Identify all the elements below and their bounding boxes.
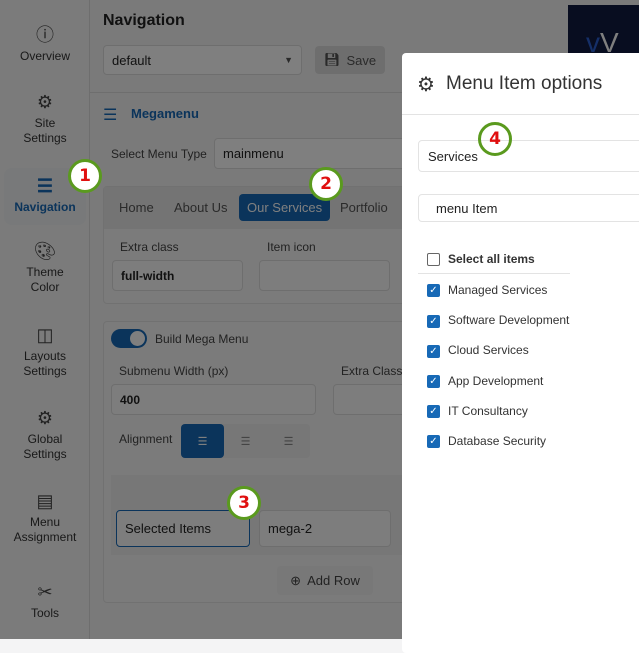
divider xyxy=(402,114,639,115)
item-checkbox[interactable]: ✓ xyxy=(427,284,440,297)
menu-item-type-select[interactable]: menu Item xyxy=(418,194,639,222)
modal-title: Menu Item options xyxy=(446,73,603,94)
item-label: Managed Services xyxy=(448,283,548,297)
item-label: IT Consultancy xyxy=(448,404,528,418)
menu-item-title-input[interactable]: Services xyxy=(418,140,639,172)
callout-4: 4 xyxy=(478,122,512,156)
item-label: Cloud Services xyxy=(448,343,529,357)
callout-2: 2 xyxy=(309,167,343,201)
item-label: App Development xyxy=(448,374,544,388)
gear-icon: ⚙ xyxy=(417,74,435,96)
item-checkbox[interactable]: ✓ xyxy=(427,345,440,358)
item-checkbox[interactable]: ✓ xyxy=(427,435,440,448)
item-label: Software Development xyxy=(448,313,570,327)
select-all-label: Select all items xyxy=(448,252,535,266)
menu-item-options-modal: ⚙ Menu Item options Services menu Item S… xyxy=(402,53,639,653)
item-checkbox[interactable]: ✓ xyxy=(427,315,440,328)
select-all-checkbox[interactable] xyxy=(427,253,440,266)
item-checkbox[interactable]: ✓ xyxy=(427,375,440,388)
item-checkbox[interactable]: ✓ xyxy=(427,405,440,418)
item-label: Database Security xyxy=(448,434,547,448)
callout-1: 1 xyxy=(68,159,102,193)
callout-3: 3 xyxy=(227,486,261,520)
divider xyxy=(418,273,570,274)
